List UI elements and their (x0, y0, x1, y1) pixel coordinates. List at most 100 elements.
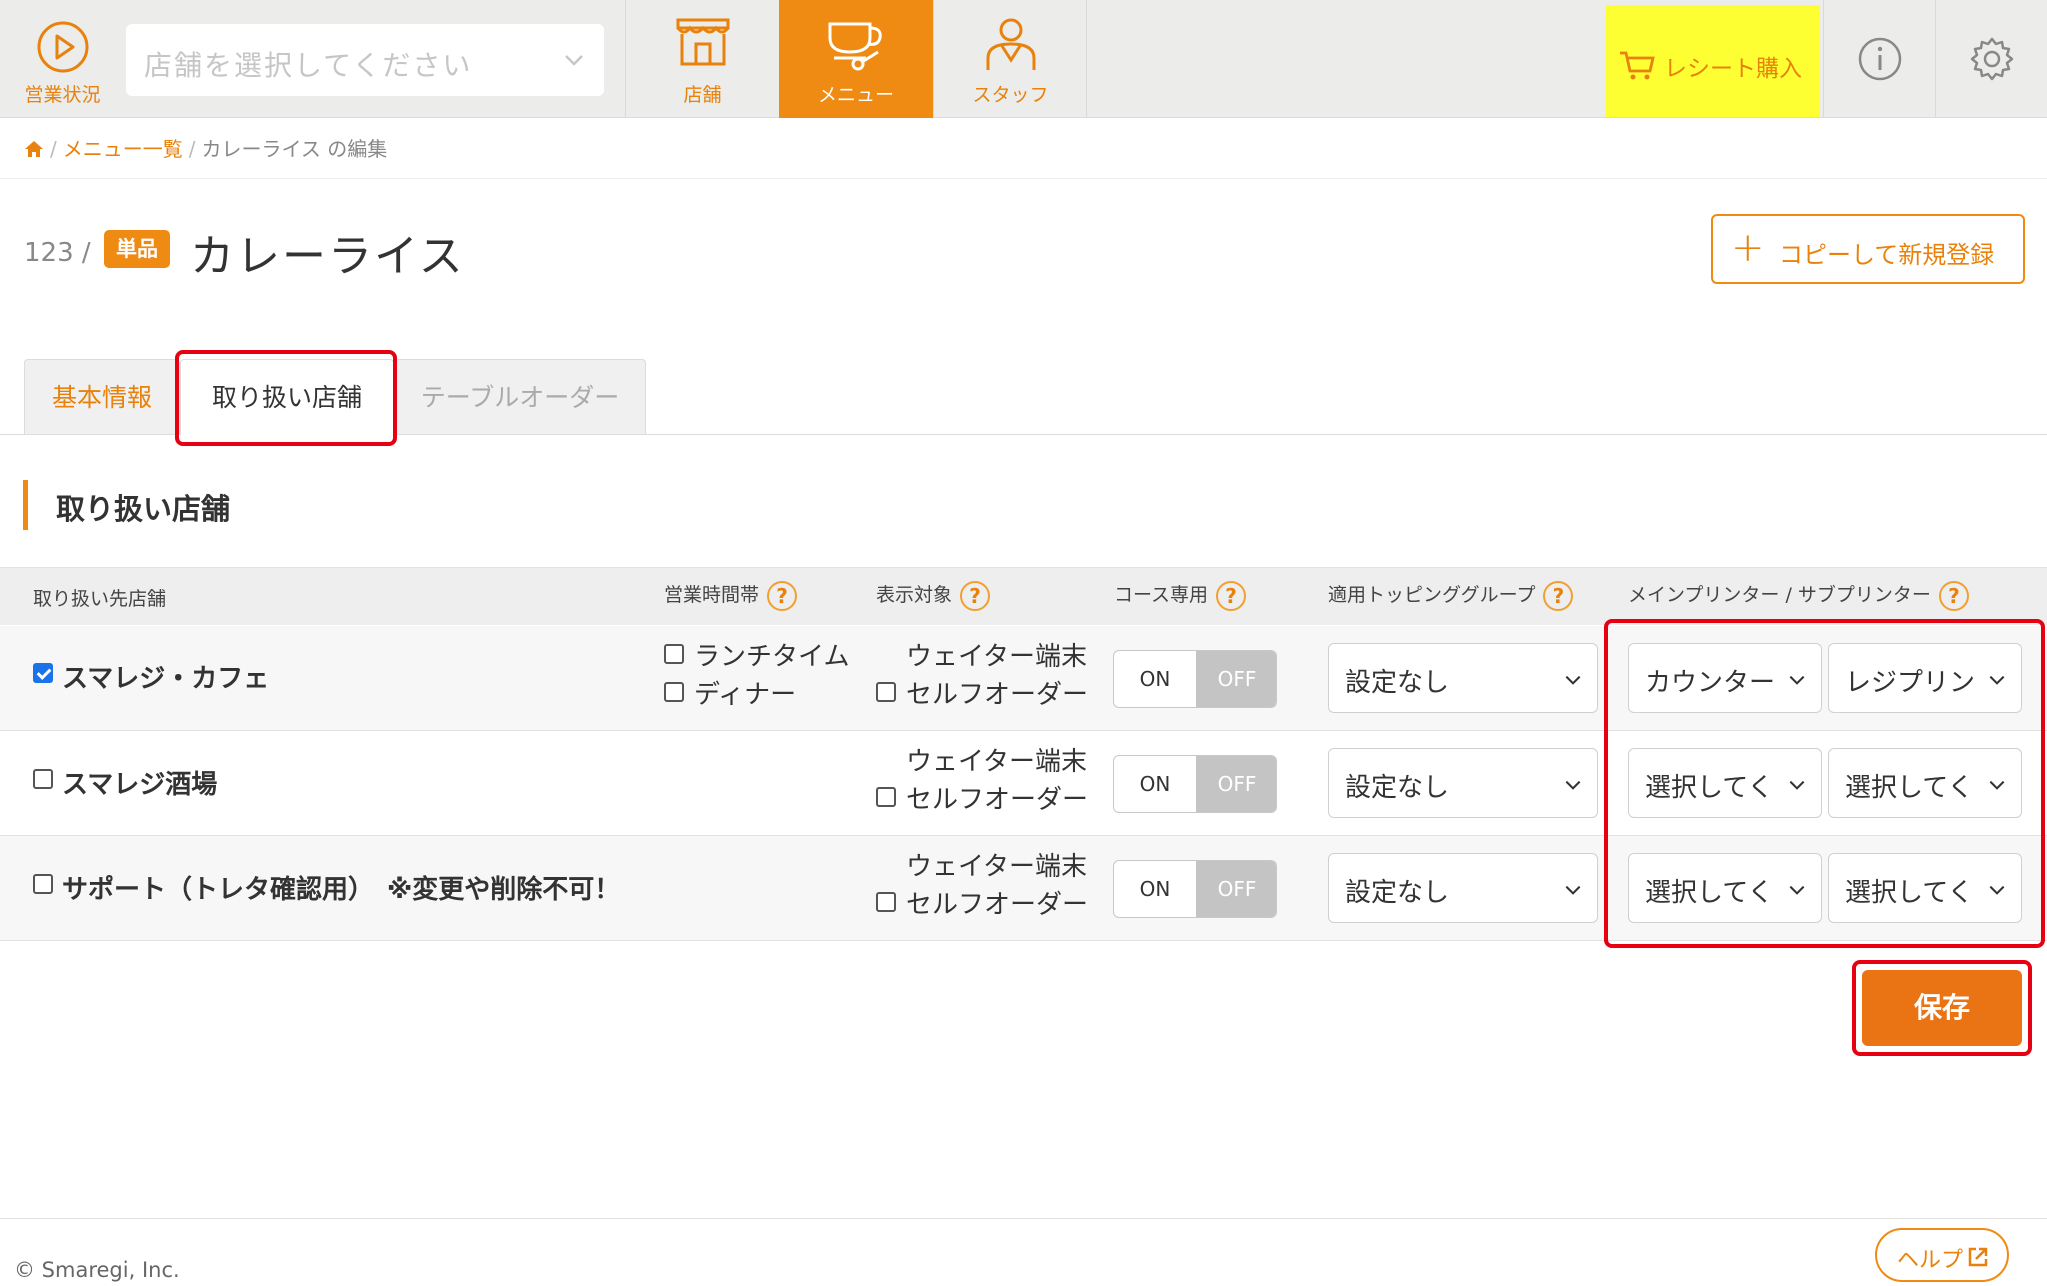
display-self-checkbox[interactable] (876, 787, 896, 807)
topping-select-value: 設定なし (1345, 878, 1450, 908)
store-name: スマレジ酒場 (62, 770, 218, 800)
business-status-label: 営業状況 (24, 84, 101, 106)
item-type-badge: 単品 (104, 230, 170, 268)
th-topping: 適用トッピンググループ? (1328, 580, 1574, 611)
nav-divider (1086, 0, 1087, 118)
play-circle-icon (37, 21, 89, 73)
help-icon[interactable]: ? (1216, 580, 1247, 611)
receipt-purchase-button[interactable]: レシート購入 (1606, 5, 1820, 117)
th-printer-label: メインプリンター / サブプリンター (1628, 584, 1931, 606)
topping-select[interactable]: 設定なし (1328, 748, 1598, 818)
nav-store[interactable]: 店舗 (625, 0, 779, 118)
cart-icon (1620, 51, 1655, 80)
display-self-label: セルフオーダー (906, 680, 1089, 710)
business-status-button[interactable]: 営業状況 (0, 0, 125, 118)
th-hours: 営業時間帯? (664, 580, 798, 611)
store-select-placeholder: 店舗を選択してください (144, 49, 473, 82)
display-self-checkbox[interactable] (876, 892, 896, 912)
page-title: カレーライス (190, 231, 465, 282)
store-name: サポート（トレタ確認用） ※変更や削除不可！ (62, 875, 621, 905)
info-icon (1858, 37, 1901, 81)
table-header: 取り扱い先店舗 営業時間帯? 表示対象? コース専用? 適用トッピンググループ?… (0, 567, 2047, 625)
toggle-off[interactable]: OFF (1196, 651, 1276, 707)
breadcrumb-divider (0, 178, 2047, 179)
th-hours-label: 営業時間帯 (664, 584, 760, 606)
help-icon[interactable]: ? (1543, 580, 1574, 611)
gear-icon (1970, 37, 2013, 81)
chevron-down-icon (1559, 773, 1583, 797)
store-select[interactable]: 店舗を選択してください (126, 24, 604, 96)
copy-new-button[interactable]: + コピーして新規登録 (1711, 214, 2025, 284)
settings-button[interactable] (1935, 0, 2047, 118)
topping-select[interactable]: 設定なし (1328, 643, 1598, 713)
menu-cup-icon (828, 22, 882, 71)
home-icon[interactable] (24, 140, 44, 158)
tab-table-order[interactable]: テーブルオーダー (394, 359, 646, 435)
th-store: 取り扱い先店舗 (33, 588, 167, 610)
toggle-on[interactable]: ON (1114, 756, 1196, 812)
display-self-label: セルフオーダー (906, 785, 1089, 815)
footer-divider (0, 1218, 2047, 1219)
item-id: 123 / (24, 238, 91, 268)
toggle-on[interactable]: ON (1114, 651, 1196, 707)
display-self-label: セルフオーダー (906, 890, 1089, 920)
th-display: 表示対象? (876, 580, 991, 611)
store-icon (676, 18, 729, 66)
hours-checkbox[interactable] (664, 644, 684, 664)
section-title: 取り扱い店舗 (56, 492, 231, 526)
store-checkbox[interactable] (33, 663, 53, 683)
highlight-box-tab (175, 350, 397, 446)
display-self-checkbox[interactable] (876, 682, 896, 702)
nav-store-label: 店舗 (683, 84, 722, 106)
display-waiter-label: ウェイター端末 (906, 852, 1087, 882)
breadcrumb-current: カレーライス の編集 (201, 137, 388, 161)
section-accent-bar (23, 480, 28, 530)
help-icon[interactable]: ? (1938, 580, 1969, 611)
hours-option: ランチタイム (694, 642, 850, 672)
highlight-box-printers (1604, 619, 2045, 948)
highlight-box-save (1852, 960, 2032, 1056)
topping-select[interactable]: 設定なし (1328, 853, 1598, 923)
hours-option: ディナー (694, 680, 797, 710)
display-waiter-label: ウェイター端末 (906, 642, 1087, 672)
nav-menu-label: メニュー (817, 84, 894, 106)
help-icon[interactable]: ? (960, 580, 991, 611)
tab-basic-info[interactable]: 基本情報 (24, 359, 180, 435)
receipt-purchase-label: レシート購入 (1664, 56, 1802, 82)
info-button[interactable] (1823, 0, 1935, 118)
nav-staff-label: スタッフ (972, 84, 1049, 106)
help-button[interactable]: ヘルプ (1875, 1228, 2009, 1282)
th-printer: メインプリンター / サブプリンター? (1628, 580, 1969, 611)
hours-checkbox[interactable] (664, 682, 684, 702)
course-toggle[interactable]: ON OFF (1113, 755, 1277, 813)
course-toggle[interactable]: ON OFF (1113, 650, 1277, 708)
chevron-down-icon (1559, 668, 1583, 692)
breadcrumb: / メニュー一覧 / カレーライス の編集 (24, 133, 387, 162)
th-display-label: 表示対象 (876, 584, 953, 606)
breadcrumb-menu-list[interactable]: メニュー一覧 (63, 137, 183, 161)
store-name: スマレジ・カフェ (62, 664, 270, 694)
breadcrumb-separator: / (188, 137, 196, 161)
toggle-off[interactable]: OFF (1196, 756, 1276, 812)
chevron-down-icon (565, 55, 583, 66)
breadcrumb-separator: / (50, 137, 57, 161)
store-checkbox[interactable] (33, 874, 53, 894)
staff-icon (986, 18, 1035, 70)
toggle-off[interactable]: OFF (1196, 861, 1276, 917)
chevron-down-icon (1559, 878, 1583, 902)
store-checkbox[interactable] (33, 769, 53, 789)
app-header: 営業状況 店舗を選択してください 店舗 メニュー スタッフ レシート購入 (0, 0, 2047, 118)
toggle-on[interactable]: ON (1114, 861, 1196, 917)
nav-staff[interactable]: スタッフ (933, 0, 1087, 118)
topping-select-value: 設定なし (1345, 668, 1450, 698)
display-waiter-label: ウェイター端末 (906, 747, 1087, 777)
help-icon[interactable]: ? (767, 580, 798, 611)
th-course-label: コース専用 (1114, 584, 1209, 606)
course-toggle[interactable]: ON OFF (1113, 860, 1277, 918)
plus-icon: + (1731, 225, 1765, 271)
copy-new-label: コピーして新規登録 (1779, 241, 1995, 269)
copyright: © Smaregi, Inc. (14, 1258, 180, 1282)
topping-select-value: 設定なし (1345, 773, 1450, 803)
th-course: コース専用? (1114, 580, 1247, 611)
nav-menu[interactable]: メニュー (779, 0, 933, 118)
